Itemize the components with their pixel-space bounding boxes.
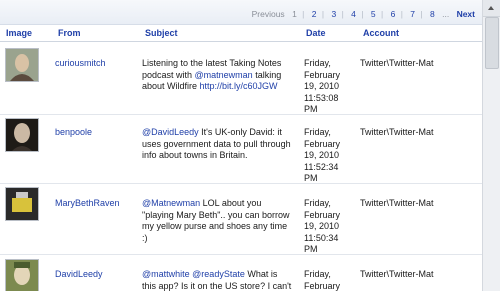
table-header: Image From Subject Date Account (0, 26, 483, 40)
avatar-face (15, 54, 29, 72)
avatar (5, 259, 39, 291)
pager-page-4[interactable]: 4 (351, 9, 356, 19)
date-line: February (304, 69, 341, 80)
column-header-from[interactable]: From (58, 28, 81, 38)
subject-text: @mattwhite @readyState What is this app?… (142, 269, 292, 291)
avatar-hair (14, 262, 30, 268)
date-line: February (304, 280, 341, 291)
table-row[interactable]: MaryBethRaven @Matnewman LOL about you "… (0, 185, 483, 256)
subject-text: @Matnewman LOL about you "playing Mary B… (142, 198, 292, 244)
avatar (5, 187, 39, 221)
header-divider (0, 41, 483, 42)
date-line: Friday, (304, 269, 331, 279)
row-divider (0, 114, 483, 115)
column-header-account[interactable]: Account (363, 28, 399, 38)
date-line: 19, 2010 (304, 150, 340, 160)
scroll-up-arrow-icon[interactable] (483, 0, 500, 17)
account-cell: Twitter\Twitter-Mat (360, 127, 434, 137)
date-line: February (304, 209, 341, 220)
pager-separator: | (341, 9, 344, 19)
pager-page-current: 1 (292, 9, 297, 19)
date-cell: Friday, February (304, 269, 350, 291)
date-line: Friday, (304, 58, 331, 68)
avatar-photo (6, 188, 38, 220)
avatar-photo (6, 119, 38, 151)
pager-page-7[interactable]: 7 (410, 9, 415, 19)
avatar (5, 48, 39, 82)
date-line: 11:53:08 (304, 92, 339, 103)
pager-page-5[interactable]: 5 (371, 9, 376, 19)
date-line: February (304, 138, 341, 149)
avatar (5, 118, 39, 152)
from-link[interactable]: curiousmitch (55, 58, 106, 68)
column-header-date[interactable]: Date (306, 28, 326, 38)
vertical-scrollbar[interactable] (482, 0, 500, 291)
url-link[interactable]: http://bit.ly/c60JGW (200, 81, 278, 91)
pager-ellipsis: ... (442, 9, 450, 19)
date-line: 11:50:34 (304, 232, 339, 243)
subject-text: Listening to the latest Taking Notes pod… (142, 58, 292, 93)
table-row[interactable]: benpoole @DavidLeedy It's UK-only David:… (0, 116, 483, 184)
pager-separator: | (302, 9, 305, 19)
row-divider (0, 183, 483, 184)
message-list-viewport: Previous 1 | 2 | 3 | 4 | 5 | 6 | 7 | 8 .… (0, 0, 483, 291)
account-cell: Twitter\Twitter-Mat (360, 269, 434, 279)
avatar-object (12, 198, 32, 212)
pager-separator: | (361, 9, 364, 19)
column-header-subject[interactable]: Subject (145, 28, 178, 38)
avatar-photo (6, 260, 38, 291)
pager-page-3[interactable]: 3 (331, 9, 336, 19)
date-line: 11:52:34 (304, 161, 339, 172)
account-cell: Twitter\Twitter-Mat (360, 198, 434, 208)
avatar-detail (16, 192, 28, 198)
date-line: Friday, (304, 198, 331, 208)
pager-separator: | (321, 9, 325, 19)
mention-link[interactable]: @mattwhite (142, 269, 190, 279)
avatar-face (14, 123, 30, 143)
scroll-thumb[interactable] (485, 17, 499, 69)
avatar-photo (6, 49, 38, 81)
from-link[interactable]: DavidLeedy (55, 269, 103, 279)
pager-separator: | (380, 9, 384, 19)
pager-page-6[interactable]: 6 (391, 9, 396, 19)
date-cell: Friday, February 19, 2010 11:50:34 PM (304, 198, 350, 256)
pager-separator: | (400, 9, 403, 19)
column-header-image[interactable]: Image (6, 28, 32, 38)
pager-separator: | (420, 9, 423, 19)
date-cell: Friday, February 19, 2010 11:53:08 PM (304, 58, 350, 116)
table-row[interactable]: DavidLeedy @mattwhite @readyState What i… (0, 256, 483, 291)
from-link[interactable]: MaryBethRaven (55, 198, 120, 208)
pager-previous: Previous (251, 9, 285, 19)
mention-link[interactable]: @matnewman (195, 70, 253, 80)
account-cell: Twitter\Twitter-Mat (360, 58, 434, 68)
pagination-bar: Previous 1 | 2 | 3 | 4 | 5 | 6 | 7 | 8 .… (0, 0, 483, 25)
mention-link[interactable]: @readyState (192, 269, 245, 279)
mention-link[interactable]: @Matnewman (142, 198, 200, 208)
row-divider (0, 254, 483, 255)
pager-page-2[interactable]: 2 (312, 9, 317, 19)
mention-link[interactable]: @DavidLeedy (142, 127, 199, 137)
pager-page-8[interactable]: 8 (430, 9, 435, 19)
from-link[interactable]: benpoole (55, 127, 92, 137)
date-line: 19, 2010 (304, 81, 340, 91)
date-cell: Friday, February 19, 2010 11:52:34 PM (304, 127, 350, 185)
pager: Previous 1 | 2 | 3 | 4 | 5 | 6 | 7 | 8 .… (252, 9, 475, 19)
table-row[interactable]: curiousmitch Listening to the latest Tak… (0, 45, 483, 116)
date-line: Friday, (304, 127, 331, 137)
date-line: 19, 2010 (304, 221, 340, 231)
subject-text: @DavidLeedy It's UK-only David: it uses … (142, 127, 292, 162)
pager-next-button[interactable]: Next (457, 9, 475, 19)
